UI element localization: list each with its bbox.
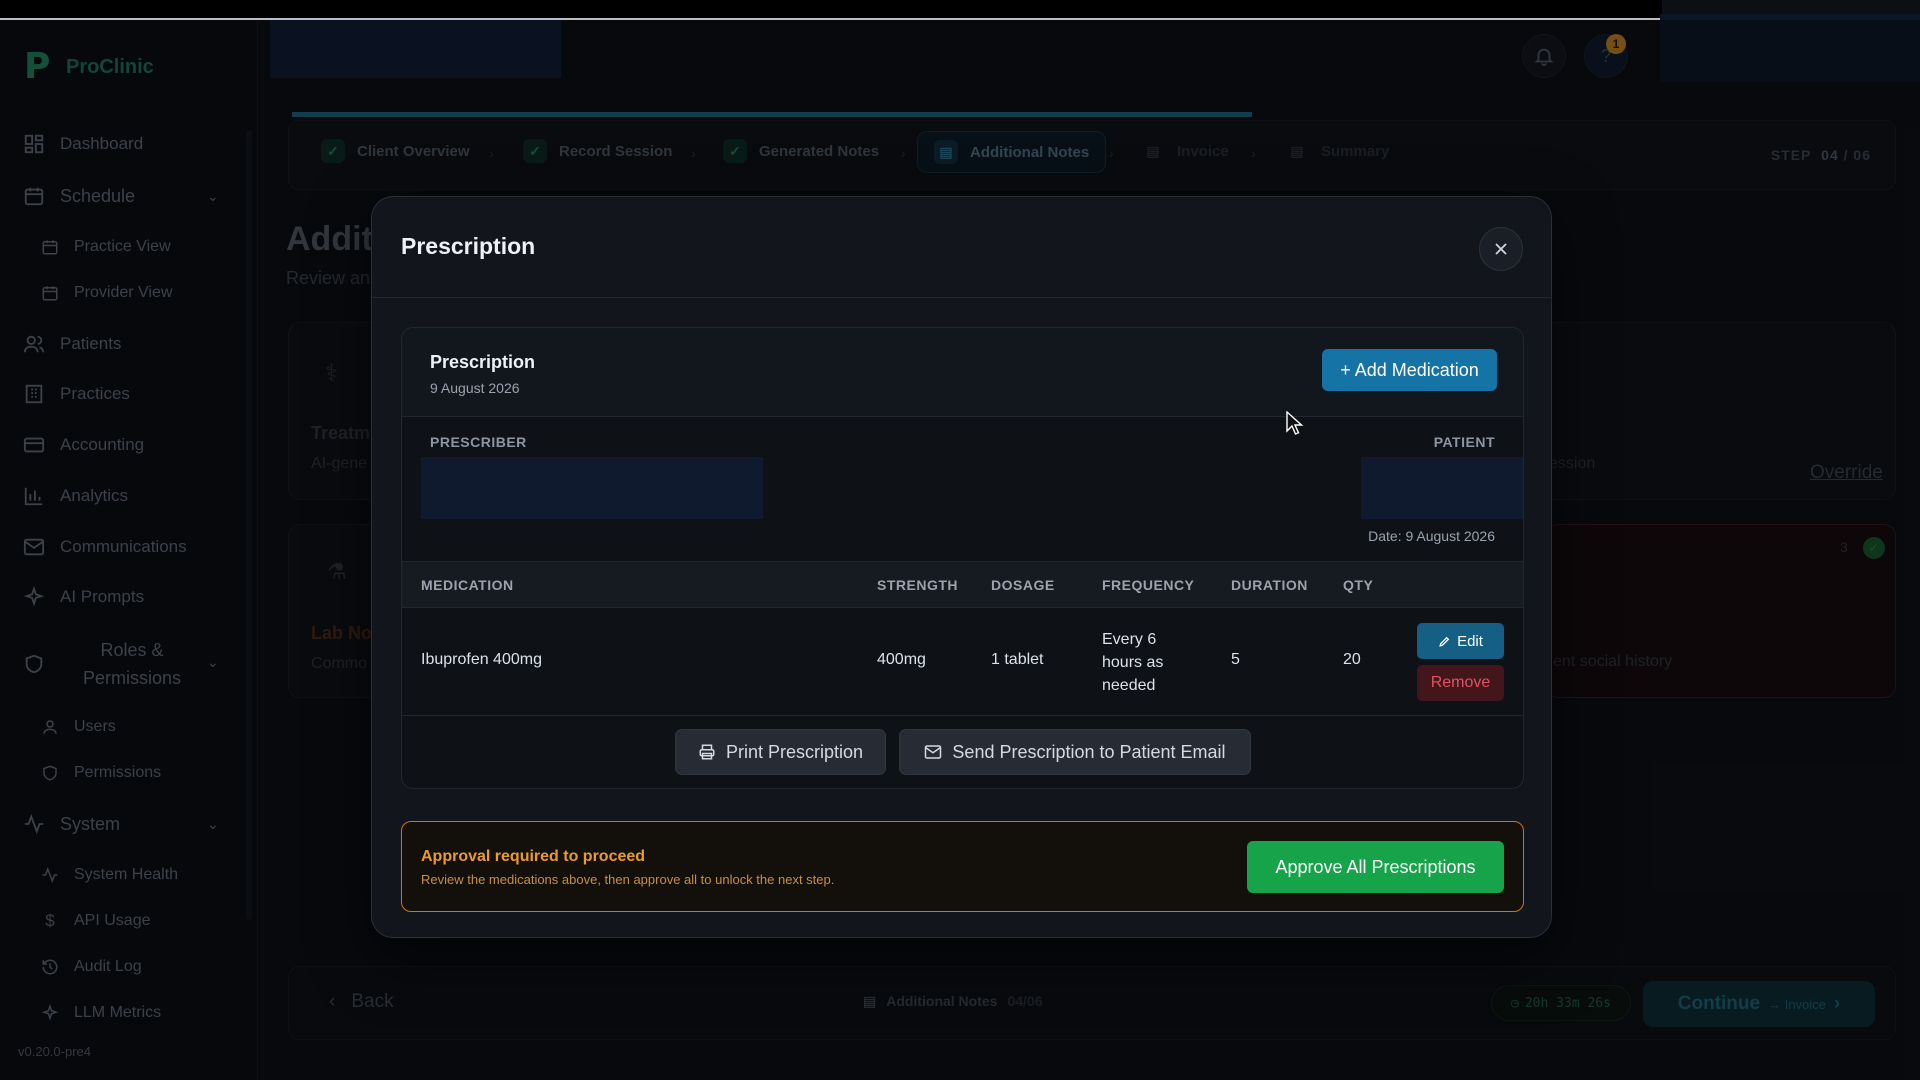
- table-row: Ibuprofen 400mg 400mg 1 tablet Every 6 h…: [402, 608, 1523, 716]
- prescription-card-header: Prescription 9 August 2026 + Add Medicat…: [402, 328, 1523, 417]
- cell-qty: 20: [1343, 651, 1361, 668]
- approval-notice: Approval required to proceed Review the …: [401, 821, 1524, 912]
- modal-header: Prescription: [372, 197, 1551, 298]
- cell-dosage: 1 tablet: [991, 651, 1044, 668]
- cell-frequency: Every 6 hours as needed: [1102, 631, 1164, 694]
- edit-medication-button[interactable]: Edit: [1417, 623, 1504, 659]
- col-medication: MEDICATION: [421, 577, 514, 593]
- add-medication-button[interactable]: + Add Medication: [1322, 349, 1497, 391]
- col-strength: STRENGTH: [877, 577, 958, 593]
- printer-icon: [699, 744, 715, 760]
- top-window-bar: [0, 0, 1662, 20]
- mail-icon: [925, 745, 942, 759]
- mouse-cursor-icon: [1286, 411, 1304, 435]
- prescriber-details-redacted: [421, 457, 763, 519]
- col-dosage: DOSAGE: [991, 577, 1055, 593]
- col-qty: QTY: [1343, 577, 1374, 593]
- edit-label: Edit: [1457, 632, 1483, 650]
- cell-medication: Ibuprofen 400mg: [421, 651, 542, 668]
- patient-label: PATIENT: [1433, 434, 1495, 450]
- approval-subtitle: Review the medications above, then appro…: [421, 872, 835, 887]
- approval-title: Approval required to proceed: [421, 848, 646, 865]
- col-frequency: FREQUENCY: [1102, 577, 1195, 593]
- close-button[interactable]: [1479, 227, 1523, 271]
- remove-medication-button[interactable]: Remove: [1417, 665, 1504, 701]
- modal-title: Prescription: [401, 233, 536, 259]
- col-duration: DURATION: [1231, 577, 1308, 593]
- prescription-date: 9 August 2026: [430, 380, 520, 396]
- patient-details-redacted: [1361, 457, 1523, 519]
- print-label: Print Prescription: [725, 741, 864, 762]
- prescription-modal: Prescription Prescription 9 August 2026 …: [371, 196, 1552, 938]
- cell-duration: 5: [1231, 651, 1240, 668]
- email-label: Send Prescription to Patient Email: [952, 741, 1226, 762]
- prescription-date-line: Date: 9 August 2026: [1368, 528, 1495, 544]
- medication-table-header: MEDICATION STRENGTH DOSAGE FREQUENCY DUR…: [402, 561, 1523, 608]
- close-icon: [1495, 243, 1507, 255]
- print-prescription-button[interactable]: Print Prescription: [675, 729, 886, 775]
- prescriber-label: PRESCRIBER: [430, 434, 527, 450]
- pencil-icon: [1439, 636, 1450, 647]
- prescription-card: Prescription 9 August 2026 + Add Medicat…: [401, 327, 1524, 789]
- send-email-button[interactable]: Send Prescription to Patient Email: [899, 729, 1251, 775]
- approve-all-button[interactable]: Approve All Prescriptions: [1247, 841, 1504, 893]
- cell-strength: 400mg: [877, 651, 926, 668]
- prescription-title: Prescription: [430, 352, 536, 372]
